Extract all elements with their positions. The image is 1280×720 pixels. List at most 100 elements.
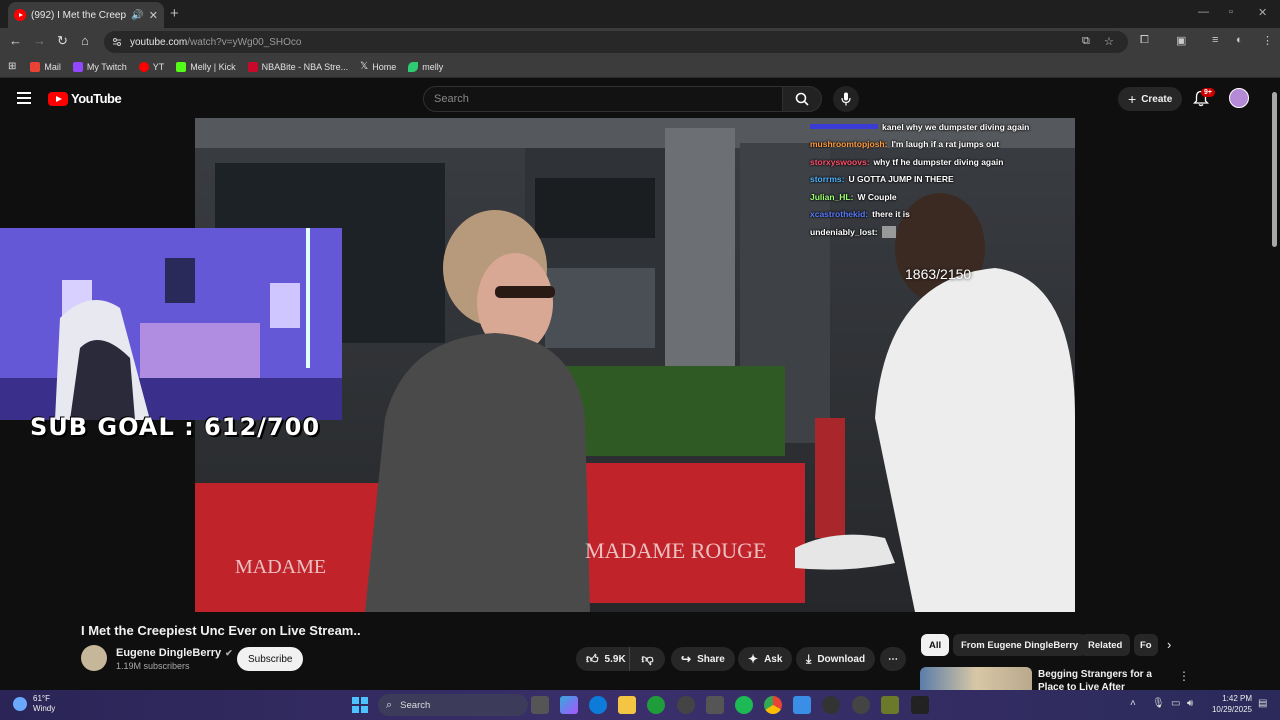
obs-icon[interactable] (911, 696, 929, 714)
chevron-up-icon[interactable]: ˄ (1130, 698, 1136, 709)
clock-time: 1:42 PM (1222, 694, 1252, 703)
chat-text: U GOTTA JUMP IN THERE (848, 174, 954, 185)
bookmark-mail[interactable]: Mail (30, 61, 61, 72)
taskbar-search-label: Search (400, 699, 431, 711)
home-icon[interactable]: ⌂ (81, 33, 89, 48)
recommended-thumbnail[interactable] (920, 667, 1032, 691)
media-icon[interactable]: ≡ (1212, 34, 1218, 46)
forward-icon[interactable]: → (33, 33, 46, 48)
bookmark-kick[interactable]: Melly | Kick (176, 61, 236, 72)
dislike-button[interactable]: 👎︎ (629, 647, 665, 671)
more-actions-button[interactable]: ⋯ (880, 647, 906, 671)
bookmark-label: Home (372, 61, 397, 72)
copilot-icon[interactable] (560, 696, 578, 714)
notification-center-icon[interactable]: ▤ (1258, 698, 1267, 709)
share-button[interactable]: ↪ Share (671, 647, 735, 671)
chip-all[interactable]: All (921, 634, 950, 656)
subscribe-button[interactable]: Subscribe (237, 647, 304, 671)
browser-tab-active[interactable]: (992) I Met the Creepiest Unc Ever on Li… (8, 2, 164, 28)
back-icon[interactable]: ← (9, 33, 22, 48)
media-player-icon[interactable] (822, 696, 840, 714)
bookmark-label: YT (152, 61, 165, 72)
chat-text: I'm laugh if a rat jumps out (891, 139, 1000, 150)
apps-grid-icon[interactable]: ⊞ (8, 61, 16, 72)
new-tab-icon[interactable]: + (170, 5, 179, 22)
window-close-icon[interactable]: ✕ (1258, 6, 1267, 19)
search-icon: ⌕ (386, 698, 393, 711)
chip-related[interactable]: Related (1080, 634, 1131, 656)
create-button[interactable]: + Create (1118, 87, 1183, 111)
recommended-title[interactable]: Begging Strangers for a Place to Live Af… (1038, 668, 1168, 692)
recommended-more-icon[interactable]: ⋮ (1178, 669, 1190, 683)
network-icon[interactable]: ▭ (1171, 698, 1180, 709)
chat-message: undeniably_lost: (810, 223, 1075, 241)
app-icon-3[interactable] (881, 696, 899, 714)
svg-text:MADAME: MADAME (235, 556, 326, 578)
page-scrollbar[interactable] (1272, 92, 1277, 247)
app-icon[interactable] (677, 696, 695, 714)
channel-avatar[interactable] (81, 645, 107, 671)
chat-message: storrms: U GOTTA JUMP IN THERE (810, 171, 1075, 189)
download-icon: ⤓ (806, 651, 812, 666)
system-clock[interactable]: 1:42 PM 10/29/2025 (1208, 693, 1252, 715)
download-button[interactable]: ⤓ Download (796, 647, 876, 671)
search-input[interactable]: Search (423, 86, 783, 112)
reload-icon[interactable]: ↻ (57, 33, 68, 49)
youtube-logo[interactable]: YouTube (48, 91, 122, 106)
chat-user: undeniably_lost: (810, 226, 878, 237)
sub-goal-overlay: SUB GOAL : 612/700 (30, 413, 321, 441)
edge-icon[interactable] (589, 696, 607, 714)
bookmark-star-icon[interactable]: ☆ (1104, 35, 1114, 48)
ask-button[interactable]: ✦ Ask (738, 647, 793, 671)
speaker-icon[interactable]: 🔊 (131, 10, 143, 21)
nba-icon (247, 61, 258, 72)
channel-name[interactable]: Eugene DingleBerry ✔ (116, 647, 233, 659)
photos-icon[interactable] (793, 696, 811, 714)
share-label: Share (697, 653, 725, 665)
close-tab-icon[interactable]: ✕ (149, 9, 158, 22)
avatar[interactable] (1229, 88, 1249, 108)
app-icon-2[interactable] (852, 696, 870, 714)
bookmark-nbabite[interactable]: NBABite - NBA Stre... (247, 61, 348, 72)
windows-taskbar: 61°F Windy ⌕ Search ˄ 🎙︎ ▭ 🔊︎ 1:42 PM 10… (0, 690, 1280, 720)
cast-icon[interactable]: ⧉ (1082, 35, 1090, 48)
chrome-icon[interactable] (764, 696, 782, 714)
chat-message: Julian_HL: W Couple (810, 188, 1075, 206)
volume-icon[interactable]: 🔊︎ (1187, 698, 1193, 709)
chat-user: Julian_HL: (810, 191, 854, 202)
profile-icon[interactable]: ◐ (1236, 34, 1243, 46)
voice-search-button[interactable] (833, 86, 859, 112)
taskbar-search[interactable]: ⌕ Search (378, 694, 528, 716)
chip-from-channel[interactable]: From Eugene DingleBerry (953, 634, 1087, 656)
chevron-right-icon[interactable]: › (1167, 637, 1171, 652)
minimize-icon[interactable]: — (1198, 6, 1209, 18)
search-button[interactable] (782, 86, 822, 112)
site-info-icon[interactable] (112, 37, 122, 47)
spotify-icon[interactable] (735, 696, 753, 714)
guide-menu-icon[interactable] (17, 92, 31, 104)
sidepanel-icon[interactable]: ▣ (1176, 34, 1186, 47)
restore-icon[interactable]: ▫ (1229, 6, 1233, 18)
windows-start-icon[interactable] (352, 697, 368, 713)
like-button[interactable]: 👍︎ 5.9K (576, 647, 629, 671)
task-view-icon[interactable] (531, 696, 549, 714)
file-explorer-icon[interactable] (618, 696, 636, 714)
ask-label: Ask (764, 653, 783, 665)
video-title: I Met the Creepiest Unc Ever on Live Str… (81, 623, 361, 638)
bookmark-home[interactable]: 𝕏 Home (360, 61, 396, 72)
address-bar[interactable]: youtube.com/watch?v=yWg00_SHOco ⧉ ☆ (104, 31, 1128, 53)
bookmark-yt[interactable]: YT (138, 61, 165, 72)
xbox-icon[interactable] (647, 696, 665, 714)
bookmark-melly[interactable]: melly (408, 61, 443, 72)
youtube-favicon-icon (14, 9, 26, 21)
menu-icon[interactable]: ⋮ (1262, 34, 1273, 47)
chat-message: storxyswoovs: why tf he dumpster diving a… (810, 153, 1075, 171)
microphone-icon[interactable]: 🎙︎ (1152, 698, 1165, 709)
bookmark-twitch[interactable]: My Twitch (72, 61, 127, 72)
store-icon[interactable] (706, 696, 724, 714)
chat-text: kanel why we dumpster diving again (882, 121, 1030, 132)
extensions-icon[interactable]: ⧠ (1140, 34, 1149, 47)
weather-widget[interactable]: 61°F Windy (13, 694, 55, 714)
chat-user: storrms: (810, 174, 845, 185)
chip-more[interactable]: Fo (1134, 634, 1158, 656)
